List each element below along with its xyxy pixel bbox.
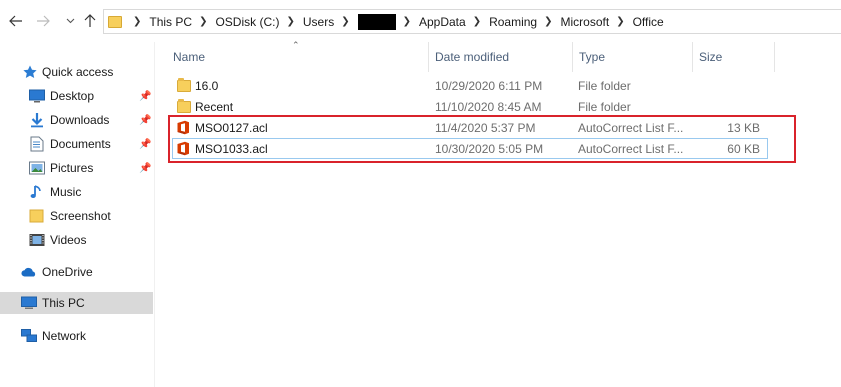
file-name: 16.0	[195, 78, 219, 93]
column-header-label: Size	[699, 50, 723, 64]
breadcrumb-this-pc[interactable]: This PC	[149, 10, 192, 33]
sidebar-item-videos[interactable]: Videos	[0, 229, 153, 251]
sidebar-item-label: OneDrive	[42, 265, 93, 279]
breadcrumb-separator-icon[interactable]: ❯	[403, 16, 411, 27]
pin-icon[interactable]: 📌	[139, 163, 151, 174]
breadcrumb-separator-icon[interactable]: ❯	[473, 16, 481, 27]
breadcrumb-separator-icon: ❯	[133, 16, 142, 27]
sidebar-item-screenshot[interactable]: Screenshot	[0, 205, 153, 227]
sidebar-item-quick-access[interactable]: Quick access	[0, 61, 153, 83]
cloud-icon	[21, 264, 37, 280]
music-icon	[29, 184, 45, 200]
column-header-label: Date modified	[435, 50, 510, 64]
recent-locations-button[interactable]	[60, 10, 80, 32]
navigation-pane: Quick access Desktop 📌 Downloads 📌 Docum…	[0, 42, 155, 387]
breadcrumb-separator-icon[interactable]: ❯	[286, 16, 294, 27]
breadcrumb-microsoft[interactable]: Microsoft	[561, 10, 610, 33]
videos-icon	[29, 232, 45, 248]
sidebar-item-network[interactable]: Network	[0, 325, 153, 347]
arrow-left-icon	[9, 15, 22, 27]
folder-icon	[176, 78, 191, 93]
sidebar-item-label: This PC	[42, 296, 85, 310]
breadcrumb-label: Microsoft	[560, 14, 610, 29]
column-header-name[interactable]: Name	[167, 42, 427, 72]
sidebar-item-label: Videos	[50, 233, 87, 247]
sidebar-item-label: Pictures	[50, 161, 94, 175]
desktop-icon	[29, 88, 45, 104]
computer-icon	[21, 295, 37, 311]
sidebar-item-desktop[interactable]: Desktop 📌	[0, 85, 153, 107]
pin-icon[interactable]: 📌	[139, 139, 151, 150]
sidebar-item-label: Network	[42, 329, 87, 343]
column-header-date[interactable]: Date modified	[429, 42, 571, 72]
column-header-label: Type	[579, 50, 606, 64]
column-divider[interactable]	[774, 42, 775, 72]
breadcrumb-label: Roaming	[489, 14, 538, 29]
breadcrumb-users[interactable]: Users	[303, 10, 334, 33]
folder-icon	[176, 99, 191, 114]
file-row[interactable]: Recent 11/10/2020 8:45 AM File folder	[172, 96, 768, 117]
documents-icon	[29, 136, 45, 152]
star-icon	[22, 64, 38, 80]
breadcrumb-redacted-user[interactable]	[357, 10, 396, 33]
column-header-size[interactable]: Size	[693, 42, 773, 72]
breadcrumb-office[interactable]: Office	[633, 10, 664, 33]
pin-icon[interactable]: 📌	[139, 91, 151, 102]
arrow-right-icon	[37, 15, 50, 27]
network-icon	[21, 328, 37, 344]
file-type: File folder	[578, 99, 631, 114]
sidebar-item-music[interactable]: Music	[0, 181, 153, 203]
breadcrumb-separator-icon[interactable]: ❯	[341, 16, 349, 27]
back-button[interactable]	[6, 10, 26, 32]
breadcrumb-label: OSDisk (C:)	[215, 14, 280, 29]
file-date: 10/29/2020 6:11 PM	[435, 78, 543, 93]
folder-icon	[108, 15, 122, 28]
sidebar-item-label: Music	[50, 185, 82, 199]
sidebar-item-label: Quick access	[42, 65, 114, 79]
breadcrumb-label: This PC	[149, 14, 193, 29]
breadcrumb-osdisk[interactable]: OSDisk (C:)	[215, 10, 279, 33]
forward-button[interactable]	[33, 10, 53, 32]
breadcrumb-label: Users	[302, 14, 335, 29]
address-bar[interactable]: ❯ This PC ❯ OSDisk (C:) ❯ Users ❯ ❯ AppD…	[103, 9, 841, 34]
highlight-box	[168, 115, 796, 163]
sidebar-item-label: Desktop	[50, 89, 95, 103]
folder-icon	[29, 208, 45, 224]
breadcrumb-separator-icon[interactable]: ❯	[544, 16, 552, 27]
file-type: File folder	[578, 78, 631, 93]
breadcrumb-separator-icon[interactable]: ❯	[616, 16, 624, 27]
pictures-icon	[29, 160, 45, 176]
sidebar-item-label: Downloads	[50, 113, 110, 127]
breadcrumb-separator-icon[interactable]: ❯	[199, 16, 207, 27]
breadcrumb-appdata[interactable]: AppData	[419, 10, 466, 33]
file-date: 11/10/2020 8:45 AM	[435, 99, 542, 114]
up-button[interactable]	[80, 10, 100, 32]
redacted-username	[357, 13, 396, 30]
sidebar-item-downloads[interactable]: Downloads 📌	[0, 109, 153, 131]
column-header-type[interactable]: Type	[573, 42, 691, 72]
column-header-label: Name	[173, 50, 206, 64]
file-row[interactable]: 16.0 10/29/2020 6:11 PM File folder	[172, 75, 768, 96]
sidebar-item-documents[interactable]: Documents 📌	[0, 133, 153, 155]
sidebar-item-onedrive[interactable]: OneDrive	[0, 261, 153, 283]
arrow-up-icon	[84, 14, 96, 27]
pin-icon[interactable]: 📌	[139, 115, 151, 126]
sidebar-item-this-pc[interactable]: This PC	[0, 292, 153, 314]
breadcrumb-roaming[interactable]: Roaming	[489, 10, 537, 33]
navigation-bar: ❯ This PC ❯ OSDisk (C:) ❯ Users ❯ ❯ AppD…	[0, 0, 841, 42]
sidebar-item-label: Documents	[50, 137, 111, 151]
sidebar-item-pictures[interactable]: Pictures 📌	[0, 157, 153, 179]
breadcrumb-label: AppData	[418, 14, 466, 29]
downloads-icon	[29, 112, 45, 128]
chevron-down-icon	[66, 18, 74, 24]
sidebar-item-label: Screenshot	[50, 209, 111, 223]
breadcrumb-label: Office	[632, 14, 664, 29]
file-name: Recent	[195, 99, 234, 114]
